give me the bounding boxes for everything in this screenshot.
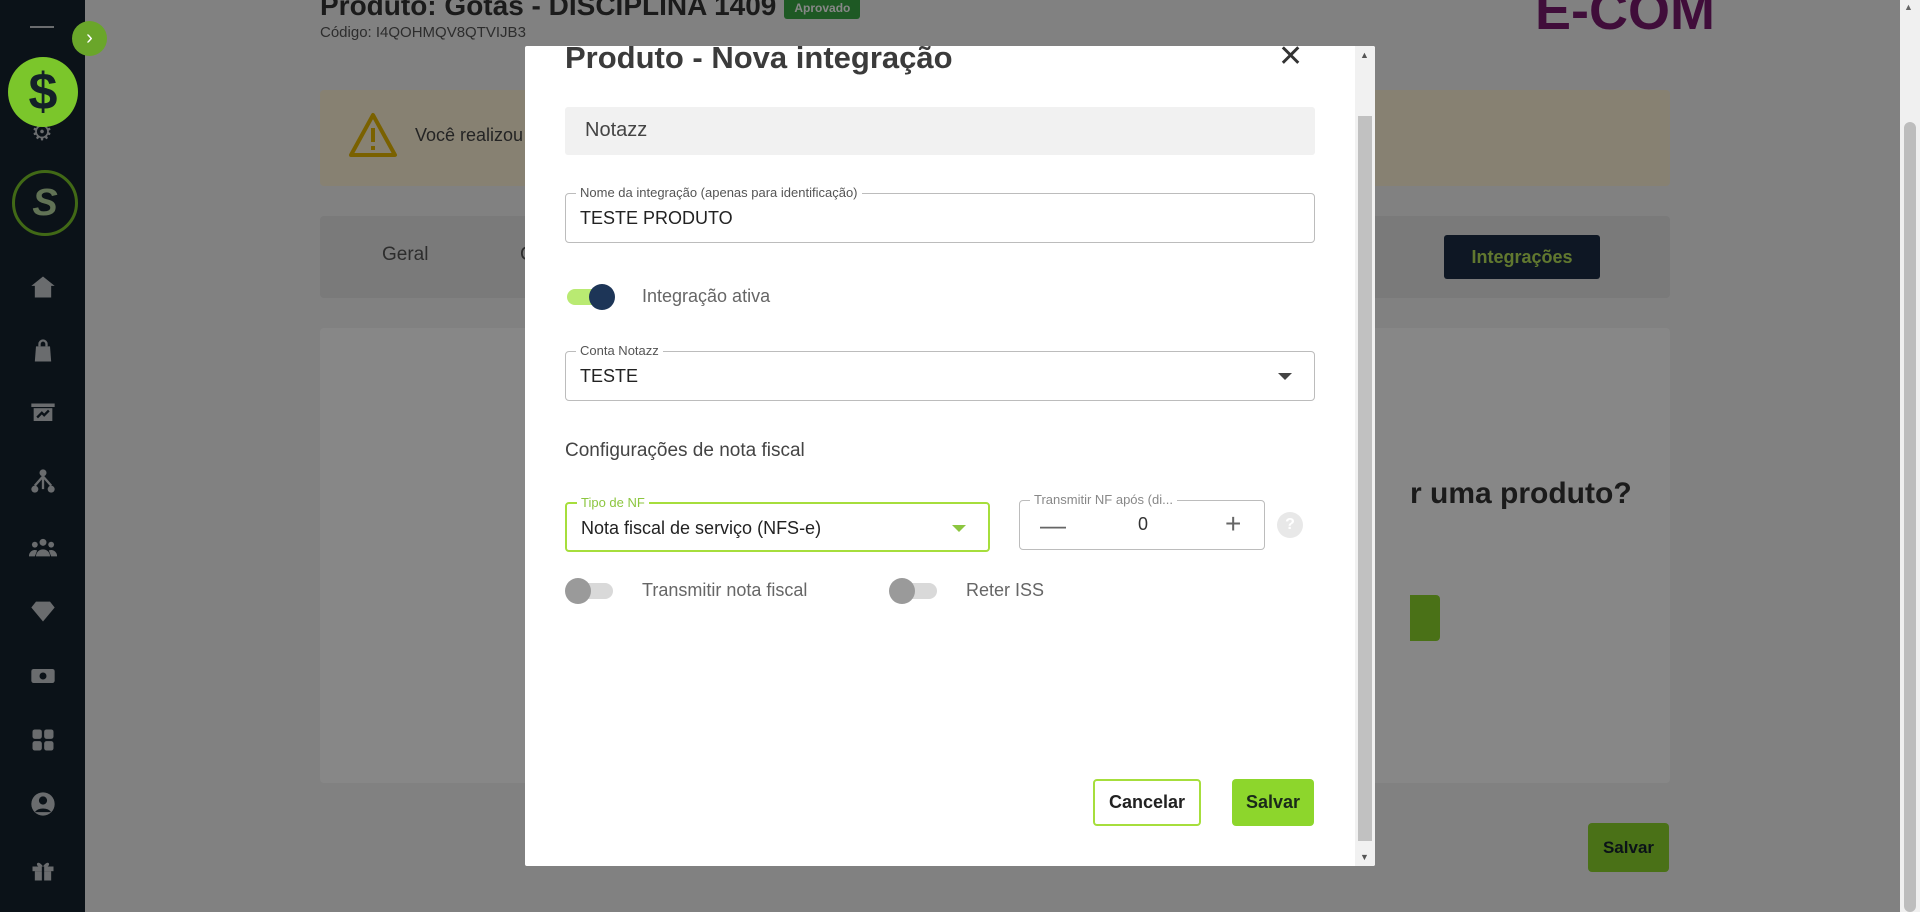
plus-icon[interactable]: +	[1225, 508, 1241, 540]
scroll-down-icon[interactable]: ▼	[1360, 852, 1369, 862]
section-title: Configurações de nota fiscal	[565, 440, 805, 461]
scroll-up-icon[interactable]: ▲	[1360, 50, 1369, 60]
account-select[interactable]: Conta Notazz TESTE	[565, 343, 1315, 401]
page-scroll-thumb[interactable]	[1904, 122, 1916, 912]
account-value: TESTE	[580, 366, 639, 386]
nf-type-label: Tipo de NF	[577, 495, 649, 510]
account-label: Conta Notazz	[576, 343, 663, 358]
modal-scrollbar[interactable]: ▲ ▼	[1355, 46, 1375, 866]
provider-name: Notazz	[565, 107, 1315, 155]
nf-type-select[interactable]: Tipo de NF Nota fiscal de serviço (NFS-e…	[565, 495, 990, 552]
chevron-down-icon[interactable]	[952, 525, 966, 532]
integration-modal: Produto - Nova integração ✕ Notazz Nome …	[525, 46, 1375, 866]
page-scrollbar[interactable]: ▲	[1900, 0, 1920, 912]
transmit-toggle[interactable]	[565, 577, 615, 604]
transmit-after-label: Transmitir NF após (di...	[1030, 492, 1177, 507]
integration-name-field[interactable]: Nome da integração (apenas para identifi…	[565, 185, 1315, 243]
dollar-icon[interactable]: $	[8, 57, 78, 127]
transmit-after-stepper[interactable]: Transmitir NF após (di... — 0 +	[1019, 492, 1265, 550]
integration-name-value[interactable]: TESTE PRODUTO	[580, 208, 733, 229]
save-button[interactable]: Salvar	[1232, 779, 1314, 826]
transmit-toggle-label: Transmitir nota fiscal	[642, 580, 808, 600]
scroll-up-icon[interactable]: ▲	[1904, 2, 1913, 12]
retain-iss-label: Reter ISS	[966, 580, 1045, 600]
active-toggle[interactable]	[565, 283, 615, 310]
modal-scroll-thumb[interactable]	[1358, 116, 1372, 841]
chevron-down-icon[interactable]	[1278, 373, 1292, 380]
modal-title: Produto - Nova integração	[565, 46, 953, 75]
close-icon[interactable]: ✕	[1278, 46, 1303, 72]
help-icon[interactable]: ?	[1277, 512, 1303, 538]
sidebar-toggle-button[interactable]: ›	[72, 21, 107, 56]
active-toggle-label: Integração ativa	[642, 286, 771, 306]
retain-iss-toggle[interactable]	[889, 577, 939, 604]
nf-type-value: Nota fiscal de serviço (NFS-e)	[581, 518, 822, 538]
cancel-button[interactable]: Cancelar	[1093, 779, 1201, 826]
integration-name-label: Nome da integração (apenas para identifi…	[576, 185, 862, 200]
